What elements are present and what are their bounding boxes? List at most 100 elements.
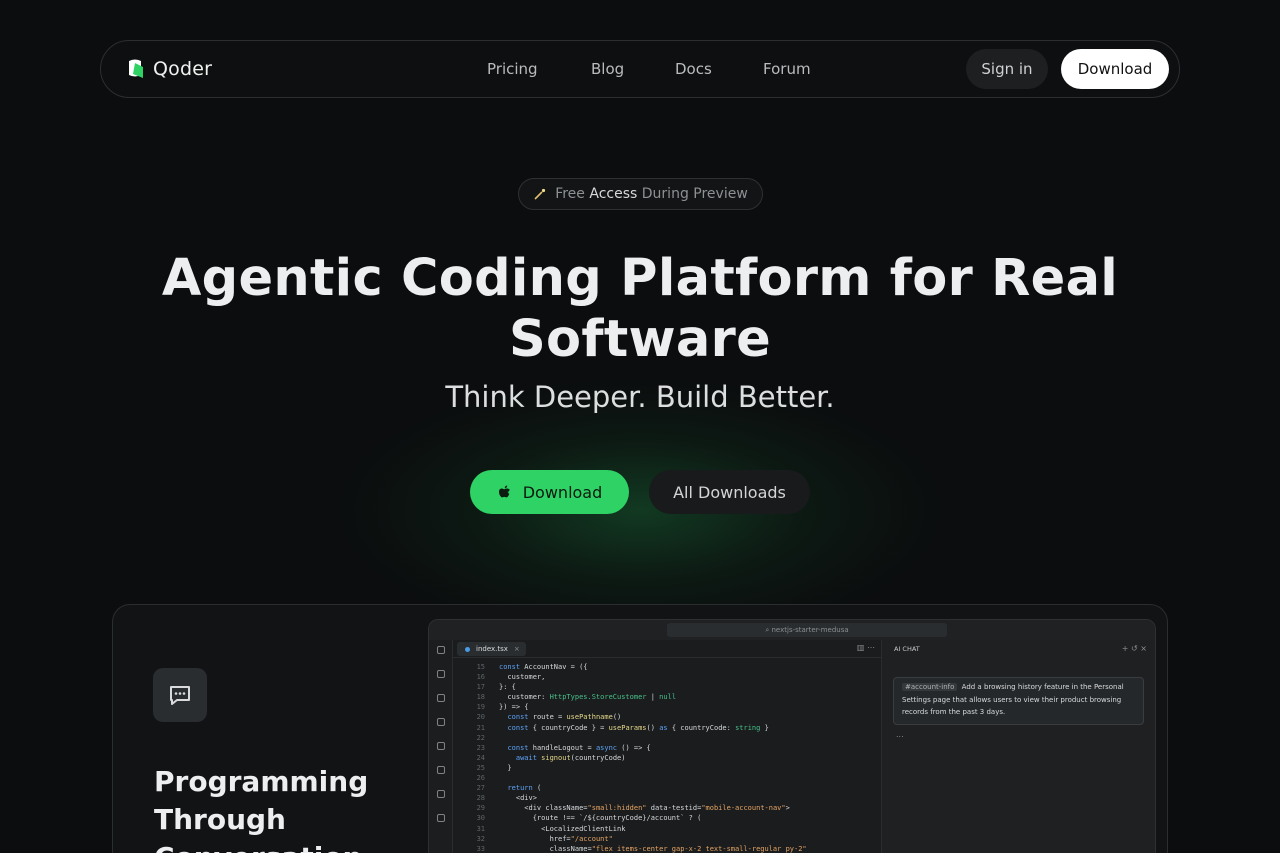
code-line: 20 const route = usePathname() xyxy=(453,712,881,722)
context-chip[interactable]: #account-info xyxy=(902,683,958,691)
line-number: 21 xyxy=(476,723,485,732)
blocks-icon[interactable] xyxy=(436,814,445,822)
code-text: <div> xyxy=(499,794,537,803)
code-line: 25 } xyxy=(453,763,881,773)
nav-links: Pricing Blog Docs Forum xyxy=(487,60,863,78)
ai-chat-panel: AI CHAT + ↺ × #account-info Add a browsi… xyxy=(881,640,1155,853)
code-line: 31 <LocalizedClientLink xyxy=(453,824,881,834)
code-text: const handleLogout = async () => { xyxy=(507,743,651,752)
line-number: 23 xyxy=(476,743,485,752)
feature-card: Programming Through Conversation ⌕ nextj… xyxy=(112,604,1168,853)
all-downloads-button[interactable]: All Downloads xyxy=(649,470,810,514)
editor-tab-label: index.tsx xyxy=(476,645,508,653)
code-line: 30 {route !== `/${countryCode}/account` … xyxy=(453,813,881,823)
code-line: 24 await signout(countryCode) xyxy=(453,753,881,763)
code-text: }) => { xyxy=(499,703,529,712)
chat-bubble-icon xyxy=(153,668,207,722)
code-line: 19 }) => { xyxy=(453,702,881,712)
chat-header: AI CHAT + ↺ × xyxy=(882,640,1155,658)
code-text: customer: HttpTypes.StoreCustomer | null xyxy=(499,693,677,702)
editor-tab[interactable]: index.tsx × xyxy=(457,642,526,656)
run-icon[interactable] xyxy=(436,766,445,774)
hero-download-label: Download xyxy=(522,482,603,502)
ide-body: index.tsx × ▥ ⋯ 15 const AccountNav = ({1… xyxy=(429,640,1155,853)
code-text: const AccountNav = ({ xyxy=(499,663,588,671)
ide-screenshot: ⌕ nextjs-starter-medusa index.tsx × ▥ ⋯ … xyxy=(428,619,1156,853)
line-number: 33 xyxy=(476,844,485,853)
nav-download-button[interactable]: Download xyxy=(1061,49,1169,89)
code-text: await signout(countryCode) xyxy=(515,753,626,762)
code-text: className="flex items-center gap-x-2 tex… xyxy=(499,844,807,853)
code-text: } xyxy=(499,763,512,772)
search-icon[interactable] xyxy=(436,670,445,678)
line-number: 31 xyxy=(476,824,485,833)
magic-wand-icon xyxy=(534,188,546,200)
code-text: return ( xyxy=(507,784,542,793)
code-line: 18 customer: HttpTypes.StoreCustomer | n… xyxy=(453,692,881,702)
source-control-icon[interactable] xyxy=(436,694,445,702)
chat-actions-icon[interactable]: + ↺ × xyxy=(1122,644,1147,653)
chat-message: #account-info Add a browsing history fea… xyxy=(893,677,1144,725)
remote-icon[interactable] xyxy=(436,790,445,798)
line-number: 26 xyxy=(476,774,485,783)
code-line: 27 return ( xyxy=(453,783,881,793)
code-line: 17 }: { xyxy=(453,682,881,692)
code-text: customer, xyxy=(499,673,546,682)
line-number: 17 xyxy=(476,683,485,692)
feature-title: Programming Through Conversation xyxy=(154,765,369,853)
nav-link-blog[interactable]: Blog xyxy=(591,60,624,78)
chat-header-label: AI CHAT xyxy=(894,645,920,653)
hero-download-button[interactable]: Download xyxy=(470,470,629,514)
line-number: 15 xyxy=(476,663,485,671)
line-number: 25 xyxy=(476,763,485,772)
line-number: 22 xyxy=(476,733,485,742)
nav-link-pricing[interactable]: Pricing xyxy=(487,60,539,78)
code-editor[interactable]: index.tsx × ▥ ⋯ 15 const AccountNav = ({1… xyxy=(453,640,881,853)
preview-badge[interactable]: Free Access During Preview xyxy=(518,178,763,210)
code-line: 32 href="/account" xyxy=(453,834,881,844)
line-number: 32 xyxy=(476,834,485,843)
activity-bar xyxy=(429,640,453,853)
editor-tabs: index.tsx × ▥ ⋯ xyxy=(453,640,881,658)
code-line: 29 <div className="small:hidden" data-te… xyxy=(453,803,881,813)
brand-name: Qoder xyxy=(153,58,213,80)
code-line: 26 xyxy=(453,773,881,783)
code-text: const route = usePathname() xyxy=(507,713,622,722)
apple-icon xyxy=(498,485,510,497)
code-line: 21 const { countryCode } = useParams() a… xyxy=(453,723,881,733)
code-line: 15 const AccountNav = ({ xyxy=(453,662,881,672)
code-text: const { countryCode } = useParams() as {… xyxy=(507,723,769,732)
sign-in-button[interactable]: Sign in xyxy=(966,49,1048,89)
editor-actions-icon[interactable]: ▥ ⋯ xyxy=(857,643,875,652)
code-line: 22 xyxy=(453,733,881,743)
code-line: 28 <div> xyxy=(453,793,881,803)
line-number: 29 xyxy=(476,804,485,813)
line-number: 19 xyxy=(476,703,485,712)
top-nav: Qoder Pricing Blog Docs Forum Sign in Do… xyxy=(100,40,1180,98)
code-line: 23 const handleLogout = async () => { xyxy=(453,743,881,753)
extensions-icon[interactable] xyxy=(436,742,445,750)
line-number: 27 xyxy=(476,784,485,793)
chat-more: ... xyxy=(896,730,904,739)
close-icon[interactable]: × xyxy=(514,642,520,656)
nav-link-forum[interactable]: Forum xyxy=(763,60,811,78)
line-number: 18 xyxy=(476,693,485,702)
brand-logo[interactable]: Qoder xyxy=(123,57,212,81)
ide-search-bar[interactable]: ⌕ nextjs-starter-medusa xyxy=(667,623,947,637)
line-number: 24 xyxy=(476,753,485,762)
code-line: 16 customer, xyxy=(453,672,881,682)
code-lines: 15 const AccountNav = ({16 customer, 17}: … xyxy=(453,662,881,853)
qoder-logo-icon xyxy=(129,59,143,78)
code-text: <div className="small:hidden" data-testi… xyxy=(499,804,790,813)
files-icon[interactable] xyxy=(436,646,445,654)
line-number: 20 xyxy=(476,713,485,722)
code-text: <LocalizedClientLink xyxy=(499,824,626,833)
ide-titlebar: ⌕ nextjs-starter-medusa xyxy=(429,620,1155,640)
line-number: 28 xyxy=(476,794,485,803)
explore-icon[interactable] xyxy=(436,718,445,726)
badge-text: Free Access During Preview xyxy=(555,186,748,202)
code-text: }: { xyxy=(499,683,516,692)
code-line: 33 className="flex items-center gap-x-2 … xyxy=(453,844,881,853)
nav-link-docs[interactable]: Docs xyxy=(675,60,712,78)
line-number: 16 xyxy=(476,673,485,682)
